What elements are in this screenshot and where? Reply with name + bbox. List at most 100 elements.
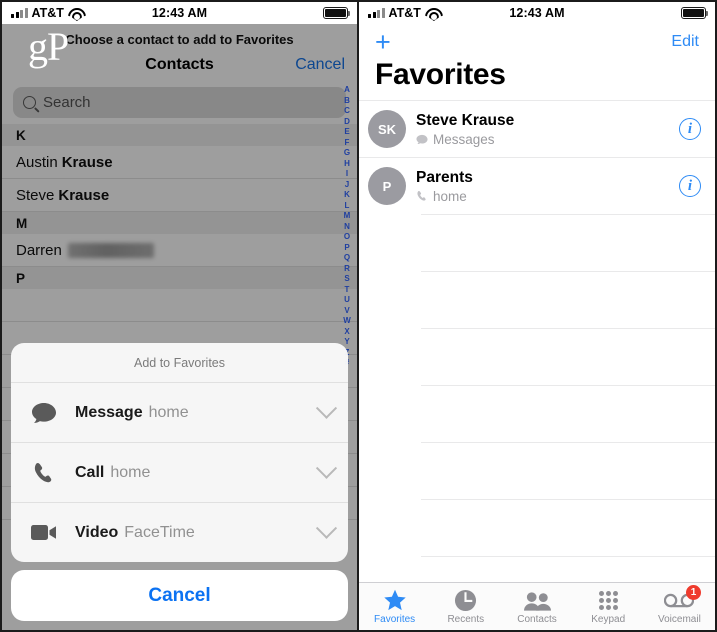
tab-label: Voicemail <box>658 613 701 625</box>
tab-recents[interactable]: Recents <box>430 583 501 630</box>
clock-icon <box>454 589 477 613</box>
empty-rows-container <box>359 214 715 582</box>
battery-icon <box>681 7 709 19</box>
chevron-down-icon[interactable] <box>315 397 338 419</box>
alphabet-index-letter[interactable]: J <box>345 180 349 191</box>
alphabet-index-letter[interactable]: B <box>344 96 350 107</box>
action-sheet-item-video[interactable]: Video FaceTime <box>11 502 348 562</box>
action-detail: home <box>110 463 151 481</box>
action-label: Call <box>75 463 105 481</box>
wifi-icon <box>425 8 439 19</box>
contact-first-name: Austin <box>16 153 58 171</box>
alphabet-index-letter[interactable]: X <box>344 327 349 338</box>
favorite-meta: Steve Krause Messages <box>416 112 669 147</box>
alphabet-index-letter[interactable]: D <box>344 117 350 128</box>
section-header: M <box>2 212 357 234</box>
chevron-down-icon[interactable] <box>315 457 338 479</box>
empty-favorite-row <box>421 328 715 385</box>
alphabet-index-letter[interactable]: R <box>344 264 350 275</box>
avatar: SK <box>368 110 406 148</box>
chevron-down-icon[interactable] <box>315 517 338 539</box>
nav-cancel-button[interactable]: Cancel <box>295 56 345 74</box>
alphabet-index-letter[interactable]: C <box>344 106 350 117</box>
message-bubble-icon <box>416 133 428 145</box>
alphabet-index-letter[interactable]: U <box>344 295 350 306</box>
action-sheet-item-text: Call home <box>75 464 303 482</box>
alphabet-index-letter[interactable]: V <box>344 306 349 317</box>
alphabet-index[interactable]: ABCDEFGHIJKLMNOPQRSTUVWXYZ# <box>340 85 354 369</box>
favorite-row[interactable]: SK Steve Krause Messages i <box>359 100 715 157</box>
info-icon[interactable]: i <box>679 175 701 197</box>
empty-favorite-row <box>421 271 715 328</box>
action-sheet-title: Add to Favorites <box>133 356 225 370</box>
tab-label: Contacts <box>517 613 557 625</box>
alphabet-index-letter[interactable]: A <box>344 85 350 96</box>
keypad-dots-icon <box>598 589 618 613</box>
alphabet-index-letter[interactable]: N <box>344 222 350 233</box>
action-sheet-item-message[interactable]: Message home <box>11 382 348 442</box>
alphabet-index-letter[interactable]: Q <box>344 253 350 264</box>
contact-first-name: Steve <box>16 186 55 204</box>
phone-handset-icon <box>416 190 428 202</box>
contact-last-name: Krause <box>61 153 113 171</box>
edit-button[interactable]: Edit <box>671 33 699 51</box>
alphabet-index-letter[interactable]: W <box>343 316 351 327</box>
alphabet-index-letter[interactable]: E <box>344 127 349 138</box>
contact-row[interactable]: Steve Krause <box>2 179 357 212</box>
contact-row[interactable]: Darren <box>2 234 357 267</box>
action-detail: home <box>148 403 189 421</box>
clock-label: 12:43 AM <box>151 6 208 20</box>
action-sheet-item-call[interactable]: Call home <box>11 442 348 502</box>
alphabet-index-letter[interactable]: T <box>345 285 350 296</box>
tab-voicemail[interactable]: 1 Voicemail <box>644 583 715 630</box>
voicemail-badge: 1 <box>686 585 702 600</box>
page-title: Favorites <box>375 58 506 91</box>
action-sheet-card: Add to Favorites Message home Call home … <box>11 343 348 562</box>
tab-contacts[interactable]: Contacts <box>501 583 572 630</box>
alphabet-index-letter[interactable]: G <box>344 148 350 159</box>
contact-row[interactable]: Austin Krause <box>2 146 357 179</box>
tab-keypad[interactable]: Keypad <box>573 583 644 630</box>
empty-favorite-row <box>421 442 715 499</box>
contacts-picker-screen: AT&T 12:43 AM Choose a contact to add to… <box>2 2 357 630</box>
action-sheet-cancel-button[interactable]: Cancel <box>11 570 348 621</box>
video-camera-icon <box>29 520 59 546</box>
favorite-name: Steve Krause <box>416 111 515 129</box>
alphabet-index-letter[interactable]: K <box>344 190 350 201</box>
empty-favorite-row <box>421 214 715 271</box>
action-label: Message <box>75 403 143 421</box>
alphabet-index-letter[interactable]: S <box>344 274 349 285</box>
empty-favorite-row <box>421 499 715 556</box>
redacted-last-name <box>67 242 154 258</box>
tab-bar: Favorites Recents Contacts Keypad 1 Voic… <box>359 582 715 630</box>
alphabet-index-letter[interactable]: P <box>344 243 349 254</box>
alphabet-index-letter[interactable]: L <box>345 201 350 212</box>
search-bar-container: Search <box>2 80 357 124</box>
message-bubble-icon <box>29 400 59 426</box>
action-sheet: Add to Favorites Message home Call home … <box>2 343 357 630</box>
people-icon <box>523 589 551 613</box>
favorites-screen: AT&T 12:43 AM + Edit Favorites SK Steve … <box>359 2 715 630</box>
contact-row[interactable] <box>2 289 357 322</box>
carrier-label: AT&T <box>31 6 64 20</box>
search-placeholder: Search <box>43 94 91 111</box>
signal-bars-icon <box>11 8 28 18</box>
add-favorite-button[interactable]: + <box>375 28 391 56</box>
favorite-subtitle-text: Messages <box>433 131 495 147</box>
alphabet-index-letter[interactable]: I <box>346 169 348 180</box>
favorite-row[interactable]: P Parents home i <box>359 157 715 214</box>
alphabet-index-letter[interactable]: H <box>344 159 350 170</box>
tab-favorites[interactable]: Favorites <box>359 583 430 630</box>
favorites-top-bar: + Edit <box>359 24 715 56</box>
empty-favorite-row <box>421 556 715 582</box>
alphabet-index-letter[interactable]: O <box>344 232 350 243</box>
alphabet-index-letter[interactable]: M <box>344 211 351 222</box>
phone-handset-icon <box>29 460 59 486</box>
alphabet-index-letter[interactable]: F <box>345 138 350 149</box>
status-bar-right-group <box>238 7 351 19</box>
avatar: P <box>368 167 406 205</box>
favorites-list[interactable]: SK Steve Krause Messages i P Parents hom… <box>359 100 715 582</box>
info-icon[interactable]: i <box>679 118 701 140</box>
right-phone-frame: AT&T 12:43 AM + Edit Favorites SK Steve … <box>358 0 717 632</box>
search-input[interactable]: Search <box>13 87 346 118</box>
